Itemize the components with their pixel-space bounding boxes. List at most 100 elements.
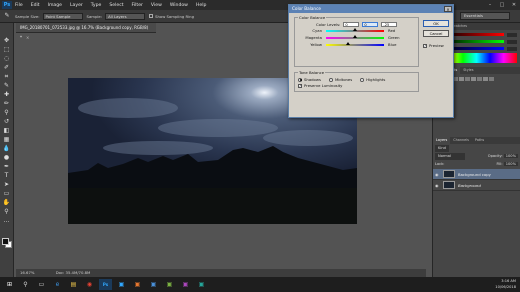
dialog-title[interactable]: Color Balance xyxy=(289,5,453,13)
app-icon[interactable]: ▣ xyxy=(163,279,176,290)
menu-view[interactable]: View xyxy=(151,3,162,8)
eye-icon[interactable]: ◉ xyxy=(435,172,440,177)
close-window-icon[interactable]: ✕ xyxy=(508,0,520,10)
history-brush-icon[interactable]: ↺ xyxy=(3,118,11,126)
yellow-blue-slider-knob[interactable] xyxy=(345,41,350,45)
cancel-button[interactable]: Cancel xyxy=(423,30,449,37)
maximize-icon[interactable]: □ xyxy=(496,0,508,10)
pen-tool-icon[interactable]: ✒ xyxy=(3,163,11,171)
hue-saturation-icon[interactable] xyxy=(465,77,471,81)
preview-checkbox[interactable]: ✓ Preview xyxy=(423,43,444,48)
preserve-luminosity-checkbox[interactable]: ✓ Preserve Luminosity xyxy=(298,83,415,88)
close-tab-icon[interactable]: × xyxy=(26,35,29,40)
eyedropper-tool-icon[interactable]: ✎ xyxy=(3,12,11,20)
checkbox-box[interactable]: ✓ xyxy=(423,43,427,48)
foreground-color-swatch[interactable] xyxy=(2,238,9,245)
healing-brush-icon[interactable]: ✚ xyxy=(3,91,11,99)
sample-size-dropdown[interactable]: Point Sample xyxy=(42,12,83,20)
tab-paths[interactable]: Paths xyxy=(472,137,487,144)
menu-layer[interactable]: Layer xyxy=(70,3,83,8)
cyan-red-slider-knob[interactable] xyxy=(353,27,357,31)
menu-filter[interactable]: Filter xyxy=(132,3,143,8)
show-sampling-ring-checkbox[interactable] xyxy=(149,14,154,18)
clone-stamp-icon[interactable]: ⚲ xyxy=(3,109,11,117)
app-icon[interactable]: ▣ xyxy=(195,279,208,290)
edge-icon[interactable]: e xyxy=(51,279,64,290)
gradient-tool-icon[interactable]: ▦ xyxy=(3,136,11,144)
crop-tool-icon[interactable]: ⌗ xyxy=(3,73,11,81)
radio-circle[interactable] xyxy=(328,77,333,82)
sample-dropdown[interactable]: All Layers xyxy=(105,12,146,20)
menu-image[interactable]: Image xyxy=(48,3,62,8)
windows-start-icon[interactable]: ⊞ xyxy=(3,279,16,290)
app-icon[interactable]: ▣ xyxy=(179,279,192,290)
magenta-green-slider-knob[interactable] xyxy=(353,34,357,38)
search-icon[interactable]: ⚲ xyxy=(19,279,32,290)
menu-window[interactable]: Window xyxy=(170,3,188,8)
layer-row-background[interactable]: ◉ Background xyxy=(433,180,520,191)
cyan-red-slider[interactable] xyxy=(326,27,384,32)
lasso-tool-icon[interactable]: ◌ xyxy=(3,55,11,63)
dialog-close-icon[interactable]: × xyxy=(444,6,452,12)
brush-tool-icon[interactable]: ✏ xyxy=(3,100,11,108)
red-value-field[interactable] xyxy=(507,32,517,37)
opacity-field[interactable]: 100% xyxy=(503,154,518,158)
minimize-icon[interactable]: – xyxy=(484,0,496,10)
exposure-icon[interactable] xyxy=(453,77,459,81)
midtones-radio[interactable]: Midtones xyxy=(328,77,352,82)
type-tool-icon[interactable]: T xyxy=(3,172,11,180)
move-tool-icon[interactable]: ✥ xyxy=(3,37,11,45)
radio-circle[interactable] xyxy=(360,77,365,82)
path-select-icon[interactable]: ➤ xyxy=(3,181,11,189)
tab-layers[interactable]: Layers xyxy=(433,137,451,144)
app-icon[interactable]: ▣ xyxy=(131,279,144,290)
checkbox-box[interactable]: ✓ xyxy=(298,83,302,88)
ok-button[interactable]: OK xyxy=(423,20,449,27)
menu-help[interactable]: Help xyxy=(196,3,206,8)
system-tray-clock[interactable]: 3:16 AM 10/06/2018 xyxy=(495,277,516,292)
photo-filter-icon[interactable] xyxy=(482,77,488,81)
zoom-level[interactable]: 16.67% xyxy=(20,270,34,275)
tab-styles[interactable]: Styles xyxy=(460,67,476,74)
app-icon[interactable]: ▣ xyxy=(115,279,128,290)
yellow-blue-level-field[interactable]: -25 xyxy=(381,22,398,27)
tab-channels[interactable]: Channels xyxy=(450,137,472,144)
layer-row-background-copy[interactable]: ◉ Background copy xyxy=(433,169,520,180)
vibrance-icon[interactable] xyxy=(459,77,465,81)
black-white-icon[interactable] xyxy=(477,77,482,81)
photoshop-taskbar-icon[interactable]: Ps xyxy=(99,279,112,290)
menu-edit[interactable]: Edit xyxy=(31,3,40,8)
highlights-radio[interactable]: Highlights xyxy=(360,77,385,82)
eraser-tool-icon[interactable]: ◧ xyxy=(3,127,11,135)
file-explorer-icon[interactable]: ▤ xyxy=(67,279,80,290)
workspace-dropdown[interactable]: Essentials xyxy=(460,12,510,20)
menu-select[interactable]: Select xyxy=(109,3,123,8)
yellow-blue-slider[interactable] xyxy=(326,41,384,46)
shadows-radio[interactable]: Shadows xyxy=(298,77,321,82)
menu-type[interactable]: Type xyxy=(91,3,102,8)
radio-circle[interactable] xyxy=(298,77,302,82)
more-tools-icon[interactable]: … xyxy=(3,217,11,225)
cyan-red-level-field[interactable]: 0 xyxy=(343,22,360,27)
document-tab[interactable]: IMG_20180701_072533.jpg @ 16.7% (Backgro… xyxy=(16,23,156,40)
eye-icon[interactable]: ◉ xyxy=(435,183,440,188)
magenta-green-level-field[interactable]: 0 xyxy=(362,22,379,27)
layer-kind-filter[interactable]: Kind xyxy=(435,145,449,152)
eyedropper-icon[interactable]: ✎ xyxy=(3,82,11,90)
menu-file[interactable]: File xyxy=(15,3,23,8)
blend-mode-dropdown[interactable]: Normal xyxy=(435,153,465,160)
channel-mixer-icon[interactable] xyxy=(488,77,494,81)
shape-tool-icon[interactable]: ▭ xyxy=(3,190,11,198)
task-view-icon[interactable]: ▭ xyxy=(35,279,48,290)
blue-value-field[interactable] xyxy=(507,46,517,51)
marquee-tool-icon[interactable]: ⬚ xyxy=(3,46,11,54)
green-value-field[interactable] xyxy=(507,39,517,44)
hand-tool-icon[interactable]: ✋ xyxy=(3,199,11,207)
app-icon[interactable]: ▣ xyxy=(147,279,160,290)
quick-select-tool-icon[interactable]: ✐ xyxy=(3,64,11,72)
chrome-icon[interactable]: ◉ xyxy=(83,279,96,290)
color-balance-icon[interactable] xyxy=(471,77,476,81)
dodge-tool-icon[interactable]: ● xyxy=(3,154,11,162)
zoom-tool-icon[interactable]: ⚲ xyxy=(3,208,11,216)
magenta-green-slider[interactable] xyxy=(326,34,384,39)
